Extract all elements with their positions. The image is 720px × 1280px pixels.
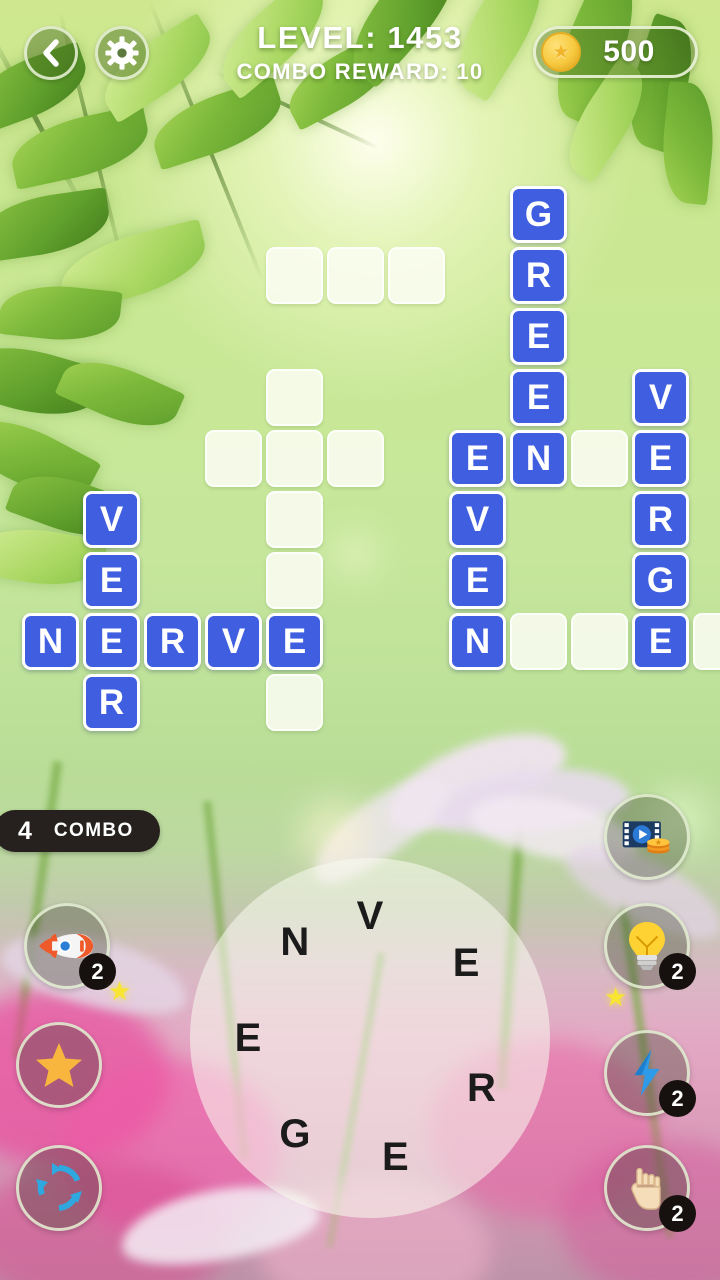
game-screen: LEVEL: 1453 COMBO REWARD: 10 ★ 500 GREEN… — [0, 0, 720, 1280]
star-icon — [36, 1043, 82, 1087]
grid-cell-filled: E — [266, 613, 323, 670]
wheel-letter[interactable]: E — [439, 936, 493, 990]
grid-cell-filled: E — [632, 430, 689, 487]
grid-cell-filled: R — [83, 674, 140, 731]
wheel-letter[interactable]: N — [268, 915, 322, 969]
grid-cell-empty — [327, 247, 384, 304]
wheel-letter[interactable]: V — [343, 889, 397, 943]
video-coins-icon: ★ — [622, 821, 670, 854]
wheel-letter[interactable]: E — [221, 1011, 275, 1065]
back-button[interactable] — [24, 26, 78, 80]
grid-cell-filled: V — [205, 613, 262, 670]
star-glyph: ★ — [552, 41, 570, 63]
coin-star-icon: ★ — [541, 32, 581, 72]
wheel-letter[interactable]: R — [454, 1061, 508, 1115]
wheel-letter[interactable]: G — [268, 1107, 322, 1161]
grid-cell-empty — [266, 430, 323, 487]
lightning-bolt-icon — [634, 1050, 660, 1096]
chevron-left-icon — [43, 39, 59, 67]
shuffle-button[interactable] — [16, 1145, 102, 1231]
grid-cell-empty — [388, 247, 445, 304]
grid-cell-filled: R — [510, 247, 567, 304]
grid-cell-empty — [327, 430, 384, 487]
coin-balance[interactable]: ★ 500 — [533, 26, 698, 78]
sparkle-star-icon: ★ — [604, 982, 628, 1012]
grid-cell-filled: E — [449, 552, 506, 609]
coin-count-label: 500 — [603, 35, 655, 68]
puzzle-grid: GREENEVERGEVEVENERVENR — [0, 0, 720, 780]
grid-cell-filled: N — [22, 613, 79, 670]
grid-cell-filled: R — [632, 491, 689, 548]
lightning-button[interactable]: 2 — [604, 1030, 696, 1117]
grid-cell-empty — [266, 369, 323, 426]
sparkle-star-icon: ★ — [108, 976, 132, 1006]
grid-cell-empty — [266, 552, 323, 609]
svg-text:★: ★ — [655, 838, 662, 847]
gear-icon — [105, 36, 139, 70]
grid-cell-filled: E — [449, 430, 506, 487]
grid-cell-filled: V — [449, 491, 506, 548]
hand-pointer-button[interactable]: 2 — [604, 1145, 696, 1232]
grid-cell-filled: G — [632, 552, 689, 609]
rocket-button[interactable]: 2 — [24, 903, 116, 990]
header-bar: LEVEL: 1453 COMBO REWARD: 10 ★ 500 — [0, 0, 720, 110]
letter-wheel[interactable]: VEREGEN — [190, 858, 550, 1218]
settings-button[interactable] — [95, 26, 149, 80]
grid-cell-filled: E — [83, 613, 140, 670]
hint-bulb-badge: 2 — [659, 953, 696, 990]
grid-cell-filled: E — [510, 308, 567, 365]
grid-cell-filled: E — [632, 613, 689, 670]
lightning-badge: 2 — [659, 1080, 696, 1117]
star-button[interactable] — [16, 1022, 102, 1108]
grid-cell-filled: V — [83, 491, 140, 548]
shuffle-arrows-icon — [36, 1163, 82, 1211]
video-ad-coins-button[interactable]: ★ — [604, 794, 690, 880]
grid-cell-empty — [266, 674, 323, 731]
grid-cell-empty — [205, 430, 262, 487]
hand-pointer-badge: 2 — [659, 1195, 696, 1232]
combo-count: 4 — [18, 816, 32, 845]
combo-badge: 4 COMBO — [0, 810, 160, 852]
grid-cell-filled: N — [449, 613, 506, 670]
grid-cell-filled: N — [510, 430, 567, 487]
grid-cell-filled: G — [510, 186, 567, 243]
grid-cell-empty — [266, 491, 323, 548]
grid-cell-empty — [266, 247, 323, 304]
combo-text: COMBO — [53, 820, 134, 841]
grid-cell-filled: V — [632, 369, 689, 426]
wheel-letter[interactable]: E — [368, 1130, 422, 1184]
grid-cell-empty — [510, 613, 567, 670]
grid-cell-filled: E — [83, 552, 140, 609]
grid-cell-filled: R — [144, 613, 201, 670]
grid-cell-empty — [571, 613, 628, 670]
grid-cell-filled: E — [510, 369, 567, 426]
grid-cell-empty — [571, 430, 628, 487]
hint-bulb-button[interactable]: 2 — [604, 903, 696, 990]
grid-cell-empty — [693, 613, 720, 670]
